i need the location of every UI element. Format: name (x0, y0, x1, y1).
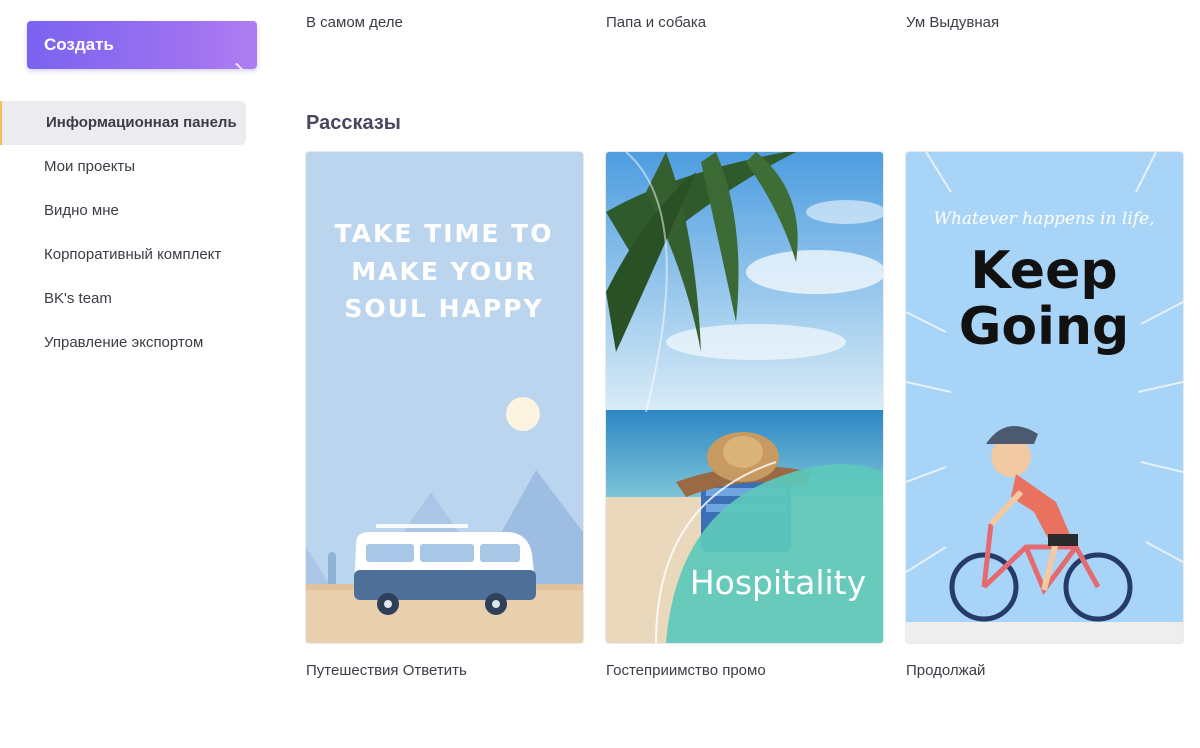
sidebar-item-label: Управление экспортом (44, 334, 204, 351)
card-caption[interactable]: Путешествия Ответить (306, 662, 467, 679)
headline-line-2: MAKE YOUR (351, 257, 536, 286)
sidebar-item-label: Видно мне (44, 202, 119, 219)
sun (506, 397, 540, 431)
sidebar-item-my-projects[interactable]: Мои проекты (0, 145, 246, 189)
sidebar: Создать Информационная панель Мои проект… (0, 0, 260, 748)
headline-keep: Keep (970, 241, 1117, 301)
template-card-hospitality[interactable]: Hospitality (606, 152, 883, 643)
sidebar-item-shared-with-me[interactable]: Видно мне (0, 189, 246, 233)
sidebar-item-dashboard[interactable]: Информационная панель (0, 101, 246, 145)
template-caption[interactable]: Ум Выдувная (906, 14, 999, 31)
template-caption[interactable]: Папа и собака (606, 14, 706, 31)
hospitality-title: Hospitality (690, 563, 866, 602)
headline-line-1: TAKE TIME TO (335, 219, 554, 248)
sidebar-item-export-management[interactable]: Управление экспортом (0, 321, 246, 365)
headline-line-3: SOUL HAPPY (344, 294, 543, 323)
template-card-travel[interactable]: TAKE TIME TO MAKE YOUR SOUL HAPPY (306, 152, 583, 643)
card-caption[interactable]: Продолжай (906, 662, 985, 679)
sidebar-item-label: Корпоративный комплект (44, 246, 222, 263)
travel-illustration: TAKE TIME TO MAKE YOUR SOUL HAPPY (306, 152, 583, 643)
headline-going: Going (959, 297, 1129, 357)
section-title: Рассказы (306, 112, 401, 134)
tagline: Whatever happens in life, (933, 209, 1154, 229)
beach-illustration: Hospitality (606, 152, 883, 643)
sidebar-item-team[interactable]: BK's team (0, 277, 246, 321)
cyclist-illustration: Whatever happens in life, Keep Going (906, 152, 1183, 643)
create-button-label: Создать (44, 35, 114, 54)
template-caption[interactable]: В самом деле (306, 14, 403, 31)
sidebar-item-label: Мои проекты (44, 158, 136, 175)
sidebar-nav: Информационная панель Мои проекты Видно … (0, 101, 246, 365)
card-caption[interactable]: Гостеприимство промо (606, 662, 766, 679)
sidebar-item-label: Информационная панель (46, 114, 237, 131)
sidebar-item-label: BK's team (44, 290, 112, 307)
sidebar-item-brand-kit[interactable]: Корпоративный комплект (0, 233, 246, 277)
create-button[interactable]: Создать (27, 21, 257, 76)
corner-fold-icon (230, 62, 243, 76)
template-card-keep-going[interactable]: Whatever happens in life, Keep Going (906, 152, 1183, 643)
